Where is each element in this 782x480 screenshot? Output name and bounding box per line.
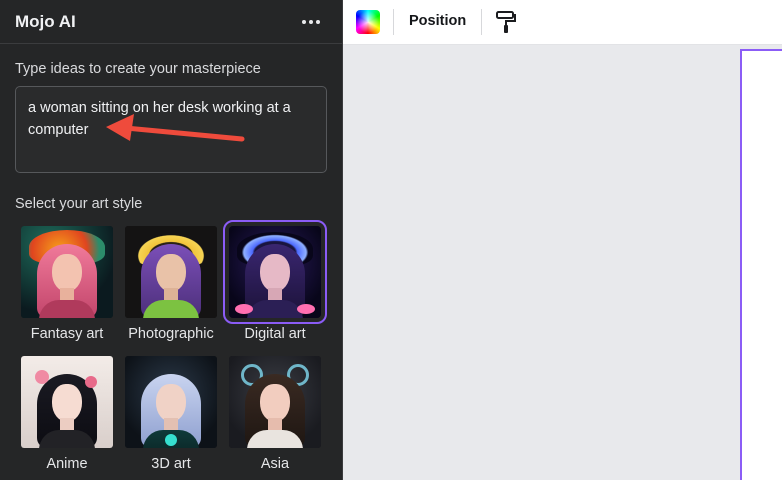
- style-tile-fantasy-art[interactable]: Fantasy art: [15, 226, 119, 342]
- style-tile-photographic[interactable]: Photographic: [119, 226, 223, 342]
- style-label-asia: Asia: [260, 456, 290, 472]
- mojo-ai-panel: Mojo AI Type ideas to create your master…: [0, 0, 343, 480]
- style-label-fantasy-art: Fantasy art: [30, 326, 104, 342]
- 3d-art-thumbnail: [125, 356, 217, 448]
- style-label-3d-art: 3D art: [151, 456, 191, 472]
- art-style-grid: Fantasy art Photographic Digital art Ani…: [15, 218, 335, 480]
- panel-title: Mojo AI: [15, 12, 76, 31]
- paint-roller-icon[interactable]: [495, 10, 517, 34]
- style-label-anime: Anime: [46, 456, 88, 472]
- style-label-digital-art: Digital art: [244, 326, 306, 342]
- position-button[interactable]: Position: [409, 13, 466, 29]
- style-tile-asia[interactable]: Asia: [223, 356, 327, 472]
- photographic-thumbnail: [125, 226, 217, 318]
- style-tile-digital-art[interactable]: Digital art: [223, 220, 327, 342]
- fantasy-art-thumbnail: [21, 226, 113, 318]
- anime-thumbnail: [21, 356, 113, 448]
- digital-art-thumbnail: [223, 220, 327, 324]
- panel-header: Mojo AI: [0, 0, 343, 44]
- toolbar-divider: [393, 9, 394, 35]
- canvas-area[interactable]: [343, 45, 782, 480]
- top-toolbar: Position: [343, 0, 782, 45]
- design-page[interactable]: [740, 49, 782, 480]
- more-options-button[interactable]: [297, 12, 325, 32]
- style-tile-anime[interactable]: Anime: [15, 356, 119, 472]
- prompt-input[interactable]: a woman sitting on her desk working at a…: [15, 86, 327, 173]
- toolbar-divider: [481, 9, 482, 35]
- style-tile-3d-art[interactable]: 3D art: [119, 356, 223, 472]
- more-icon: [302, 20, 306, 24]
- prompt-label: Type ideas to create your masterpiece: [15, 61, 261, 77]
- style-label-photographic: Photographic: [128, 326, 214, 342]
- art-style-label: Select your art style: [15, 196, 143, 212]
- color-picker-icon[interactable]: [356, 10, 380, 34]
- asia-thumbnail: [229, 356, 321, 448]
